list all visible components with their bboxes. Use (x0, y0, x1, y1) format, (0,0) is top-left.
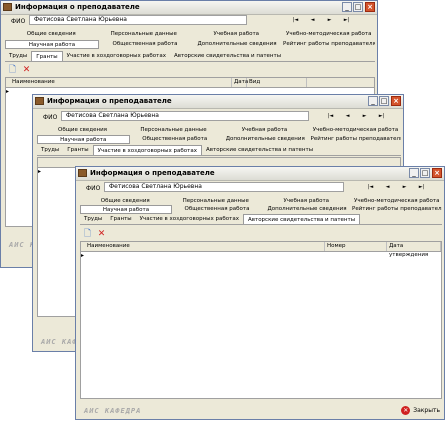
title-bar[interactable]: Информация о преподавателе _ □ × (33, 95, 403, 109)
tab-teaching[interactable]: Учебная работа (190, 30, 283, 39)
column-header[interactable]: Вид (247, 78, 307, 87)
new-document-icon[interactable]: 🗋 (8, 66, 17, 75)
maximize-button[interactable]: □ (379, 96, 389, 106)
close-label: Закрыть (413, 407, 440, 414)
tab-row-2: Научная работа Общественная работа Допол… (37, 135, 401, 144)
fio-label: ФИО (11, 18, 26, 25)
tab-methodical[interactable]: Учебно-методическая работа (310, 126, 401, 135)
tab-teaching[interactable]: Учебная работа (219, 126, 310, 135)
column-header[interactable]: Дата утверждения (387, 242, 441, 258)
nav-last-button[interactable]: ►| (416, 183, 427, 192)
nav-prev-button[interactable]: ◄ (307, 16, 318, 25)
subtab-grants[interactable]: Гранты (106, 214, 135, 224)
subtab-works[interactable]: Труды (37, 145, 63, 155)
tab-additional[interactable]: Дополнительные сведения (191, 40, 283, 49)
subtab-patents[interactable]: Авторские свидетельства и патенты (170, 51, 285, 61)
row-indicator: ▸ (81, 252, 85, 259)
patents-grid[interactable]: Наименование Номер Дата утверждения ▸ (80, 241, 442, 399)
nav-next-button[interactable]: ► (399, 183, 410, 192)
subtab-patents[interactable]: Авторские свидетельства и патенты (242, 214, 361, 224)
maximize-button[interactable]: □ (420, 168, 430, 178)
tab-research[interactable]: Научная работа (5, 40, 99, 49)
column-header[interactable]: Наименование (6, 78, 232, 87)
subtab-row: Труды Гранты Участие в хоздоговорных раб… (5, 51, 375, 62)
tab-rating[interactable]: Рейтинг работы преподавателя (352, 205, 442, 214)
tab-social[interactable]: Общественная работа (99, 40, 191, 49)
minimize-button[interactable]: _ (368, 96, 378, 106)
delete-icon[interactable]: ✕ (97, 230, 106, 239)
subtab-contracts[interactable]: Участие в хоздоговорных работах (92, 145, 202, 155)
tab-general[interactable]: Общие сведения (37, 126, 128, 135)
app-icon (3, 3, 12, 11)
minimize-button[interactable]: _ (409, 168, 419, 178)
close-button[interactable]: ✕ Закрыть (401, 405, 440, 416)
minimize-button[interactable]: _ (342, 2, 352, 12)
fio-label: ФИО (86, 185, 101, 192)
tab-row-2: Научная работа Общественная работа Допол… (5, 40, 375, 49)
new-document-icon[interactable]: 🗋 (83, 230, 92, 239)
close-icon[interactable]: × (432, 168, 442, 178)
nav-prev-button[interactable]: ◄ (382, 183, 393, 192)
subtab-contracts[interactable]: Участие в хоздоговорных работах (136, 214, 243, 224)
app-icon (78, 169, 87, 177)
nav-first-button[interactable]: |◄ (290, 16, 301, 25)
nav-next-button[interactable]: ► (324, 16, 335, 25)
tab-row-1: Общие сведения Персональные данные Учебн… (37, 126, 401, 135)
tab-personal[interactable]: Персональные данные (128, 126, 219, 135)
column-header[interactable]: Номер (325, 242, 387, 251)
title-bar[interactable]: Информация о преподавателе _ □ × (1, 1, 377, 15)
subtab-grants[interactable]: Гранты (63, 145, 92, 155)
close-icon: ✕ (401, 406, 411, 415)
close-icon[interactable]: × (365, 2, 375, 12)
tab-social[interactable]: Общественная работа (172, 205, 262, 214)
subtab-contracts[interactable]: Участие в хоздоговорных работах (63, 51, 170, 61)
tab-research[interactable]: Научная работа (37, 135, 130, 144)
delete-icon[interactable]: ✕ (22, 66, 31, 75)
window-title: Информация о преподавателе (47, 97, 172, 105)
fio-field[interactable]: Фетисова Светлана Юрьевна (104, 182, 344, 192)
window-title: Информация о преподавателе (90, 169, 215, 177)
tab-rating[interactable]: Рейтинг работы преподавателя (283, 40, 375, 49)
tab-row-1: Общие сведения Персональные данные Учебн… (5, 30, 375, 39)
subtab-row: Труды Гранты Участие в хоздоговорных раб… (37, 145, 401, 156)
tab-methodical[interactable]: Учебно-методическая работа (283, 30, 376, 39)
subtab-grants[interactable]: Гранты (31, 51, 63, 61)
column-header[interactable]: Наименование (81, 242, 325, 251)
tab-additional[interactable]: Дополнительные сведения (262, 205, 352, 214)
nav-next-button[interactable]: ► (359, 112, 370, 121)
fio-label: ФИО (43, 114, 58, 121)
app-brand: АИС КАФЕДРА (84, 407, 142, 415)
title-bar[interactable]: Информация о преподавателе _ □ × (76, 167, 444, 181)
nav-first-button[interactable]: |◄ (365, 183, 376, 192)
nav-first-button[interactable]: |◄ (325, 112, 336, 121)
fio-field[interactable]: Фетисова Светлана Юрьевна (29, 15, 247, 25)
maximize-button[interactable]: □ (353, 2, 363, 12)
tab-row-2: Научная работа Общественная работа Допол… (80, 205, 442, 214)
row-indicator: ▸ (6, 88, 10, 95)
subtab-patents[interactable]: Авторские свидетельства и патенты (202, 145, 317, 155)
tab-additional[interactable]: Дополнительные сведения (220, 135, 311, 144)
nav-last-button[interactable]: ►| (376, 112, 387, 121)
grid-header: Наименование Номер Дата утверждения (81, 242, 441, 258)
row-indicator: ▸ (38, 168, 42, 175)
subtab-row: Труды Гранты Участие в хоздоговорных раб… (80, 214, 442, 225)
window-patents: Информация о преподавателе _ □ × ФИО Фет… (75, 166, 445, 420)
tab-research[interactable]: Научная работа (80, 205, 172, 214)
window-title: Информация о преподавателе (15, 3, 140, 11)
grid-header: Наименование Дата Вид (6, 78, 374, 88)
close-icon[interactable]: × (391, 96, 401, 106)
app-icon (35, 97, 44, 105)
tab-social[interactable]: Общественная работа (130, 135, 221, 144)
subtab-works[interactable]: Труды (80, 214, 106, 224)
column-header[interactable]: Дата (232, 78, 248, 87)
subtab-works[interactable]: Труды (5, 51, 31, 61)
tab-general[interactable]: Общие сведения (5, 30, 98, 39)
tab-personal[interactable]: Персональные данные (98, 30, 191, 39)
fio-field[interactable]: Фетисова Светлана Юрьевна (61, 111, 309, 121)
nav-last-button[interactable]: ►| (341, 16, 352, 25)
nav-prev-button[interactable]: ◄ (342, 112, 353, 121)
tab-rating[interactable]: Рейтинг работы преподавателя (311, 135, 402, 144)
